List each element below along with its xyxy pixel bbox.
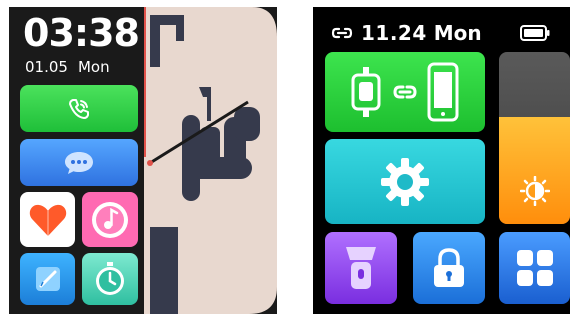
chat-bubble-icon <box>65 151 93 174</box>
right-watch-screen: 11.24 Mon <box>313 7 570 314</box>
brightness-slider[interactable] <box>499 52 570 224</box>
health-tile[interactable] <box>20 192 75 247</box>
brightness-icon <box>520 176 550 206</box>
stopwatch-icon <box>96 262 124 295</box>
gear-icon <box>381 157 429 206</box>
flashlight-icon <box>346 247 376 289</box>
clock-date: 01.05 <box>25 58 68 76</box>
status-bar: 11.24 Mon <box>331 19 482 47</box>
apps-grid-icon <box>516 250 553 286</box>
settings-tile[interactable] <box>325 139 485 224</box>
edit-tile[interactable] <box>20 253 75 305</box>
watch-phone-link-icon <box>351 62 459 122</box>
phone-tile[interactable] <box>20 85 138 132</box>
brightness-level-fill <box>499 117 570 224</box>
clock-time: 11.24 <box>361 21 427 45</box>
stopwatch-tile[interactable] <box>82 253 138 305</box>
clock-day: Mon <box>77 58 110 76</box>
music-disc-icon <box>92 201 128 238</box>
phone-watch-connect-tile[interactable] <box>325 52 485 132</box>
link-icon <box>331 27 353 39</box>
music-tile[interactable] <box>82 192 138 247</box>
lock-tile[interactable] <box>413 232 485 304</box>
phone-icon <box>69 98 89 119</box>
lock-icon <box>434 248 464 287</box>
clock-time: 03:38 <box>23 11 140 55</box>
heart-icon <box>29 204 66 236</box>
clock-date-line: 01.05 Mon <box>25 58 110 76</box>
battery-icon <box>520 25 550 41</box>
apps-tile[interactable] <box>499 232 570 304</box>
flashlight-tile[interactable] <box>325 232 397 304</box>
left-watch-screen: 03:38 01.05 Mon <box>9 7 277 314</box>
analog-watch-face <box>144 7 277 314</box>
clock-day: Mon <box>433 21 482 45</box>
messages-tile[interactable] <box>20 139 138 186</box>
pencil-icon <box>35 267 60 291</box>
